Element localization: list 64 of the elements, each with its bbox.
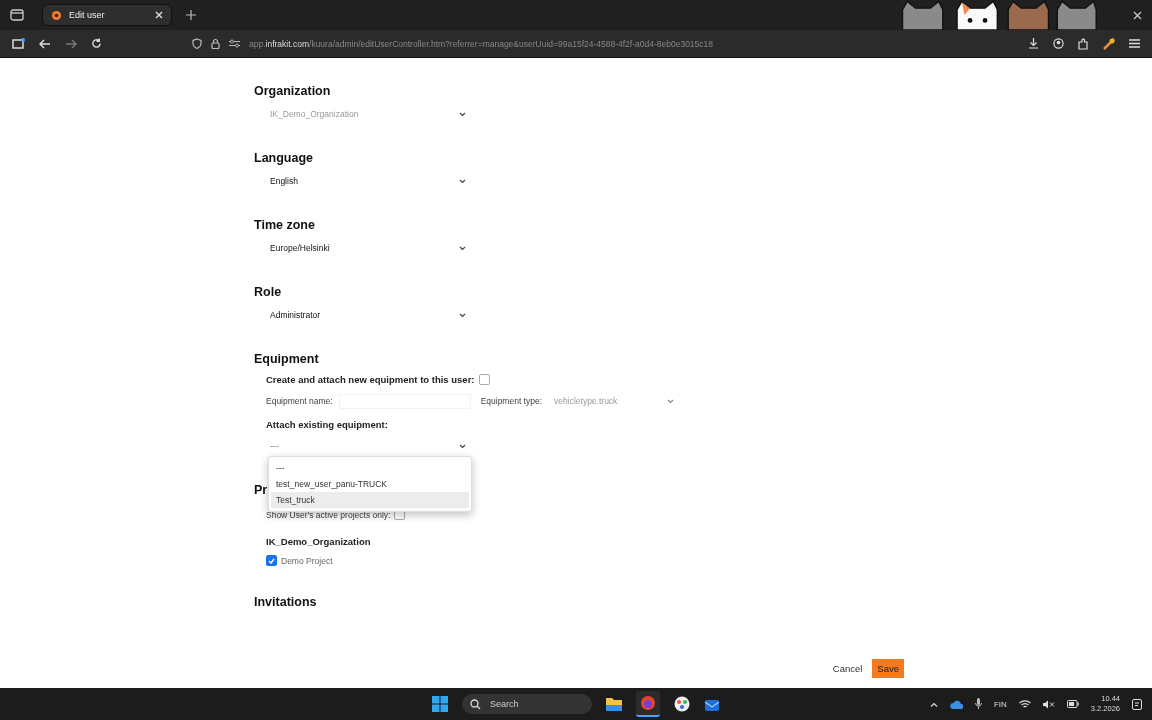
sidebar-icon[interactable]	[12, 38, 25, 49]
chevron-down-icon	[459, 178, 466, 184]
account-icon[interactable]	[1053, 38, 1064, 49]
notification-icon[interactable]	[1132, 698, 1142, 710]
microphone-icon[interactable]	[974, 698, 982, 710]
dropdown-option[interactable]: ---	[271, 460, 469, 476]
checkbox[interactable]	[266, 555, 277, 566]
forward-icon[interactable]	[65, 38, 77, 49]
field-label: Equipment name:	[266, 396, 333, 406]
close-icon[interactable]	[155, 11, 163, 19]
language-indicator[interactable]: FIN	[993, 699, 1007, 709]
chevron-down-icon	[459, 312, 466, 318]
chevron-down-icon	[459, 245, 466, 251]
chevron-up-icon[interactable]	[929, 701, 938, 707]
save-button[interactable]: Save	[872, 659, 904, 678]
windows-start-icon[interactable]	[432, 696, 448, 712]
chevron-down-icon	[459, 443, 466, 449]
select-field[interactable]: Europe/Helsinki	[254, 240, 469, 256]
sliders-icon[interactable]	[229, 39, 240, 48]
field-label: Attach existing equipment:	[266, 420, 389, 430]
checkbox-label: Show User's active projects only:	[266, 509, 391, 520]
section-heading: Pr	[254, 483, 268, 498]
browser-tab[interactable]: Edit user	[42, 4, 172, 26]
gear-icon	[51, 9, 62, 21]
chevron-down-icon	[459, 111, 466, 117]
menu-icon[interactable]	[1129, 39, 1140, 48]
checkbox[interactable]	[478, 374, 490, 385]
field-label: Equipment type:	[480, 396, 543, 406]
select-field[interactable]: English	[254, 173, 469, 189]
lock-icon[interactable]	[211, 38, 220, 49]
search-field[interactable]: Search	[462, 694, 592, 714]
section-heading: Language	[254, 151, 314, 166]
reload-icon[interactable]	[91, 38, 102, 49]
url-field[interactable]: app.infrakit.com/kuura/admin/editUserController.htm?referrer=manage&userUuid=99a15f24-4588-4f2f-a0d4-8eb0e3015c18	[249, 38, 714, 49]
wifi-icon[interactable]	[1018, 699, 1031, 709]
checkbox[interactable]	[394, 509, 406, 520]
section-heading: Time zone	[254, 218, 315, 233]
search-icon	[470, 698, 481, 710]
select-field[interactable]: ---	[266, 438, 469, 454]
plus-icon[interactable]	[186, 10, 196, 20]
dropdown-option[interactable]: Test_truck	[271, 492, 469, 508]
close-icon[interactable]	[1133, 10, 1142, 20]
section-heading: Invitations	[254, 595, 317, 610]
cancel-button[interactable]: Cancel	[830, 659, 865, 678]
folder-icon[interactable]	[606, 697, 622, 711]
back-icon[interactable]	[39, 38, 51, 49]
colorful-app-icon[interactable]	[674, 696, 690, 712]
section-heading: Organization	[254, 84, 331, 99]
organization-name: IK_Demo_Organization	[266, 536, 372, 547]
muted-speaker-icon[interactable]	[1042, 699, 1055, 709]
tab-list-icon[interactable]	[10, 9, 24, 21]
download-icon[interactable]	[1028, 38, 1039, 49]
browser-app-icon[interactable]	[636, 691, 660, 717]
cloud-icon[interactable]	[949, 699, 963, 709]
chevron-down-icon	[667, 398, 675, 404]
select-field[interactable]: Administrator	[254, 307, 469, 323]
section-heading: Role	[254, 285, 282, 300]
checkbox-label: Create and attach new equipment to this user:	[266, 374, 475, 385]
dropdown-option[interactable]: test_new_user_panu-TRUCK	[271, 476, 469, 492]
section-heading: Equipment	[254, 352, 319, 367]
tab-title: Edit user	[69, 10, 106, 20]
checkbox-label: Demo Project	[281, 555, 333, 566]
shield-icon[interactable]	[192, 38, 202, 49]
battery-icon[interactable]	[1066, 700, 1079, 708]
